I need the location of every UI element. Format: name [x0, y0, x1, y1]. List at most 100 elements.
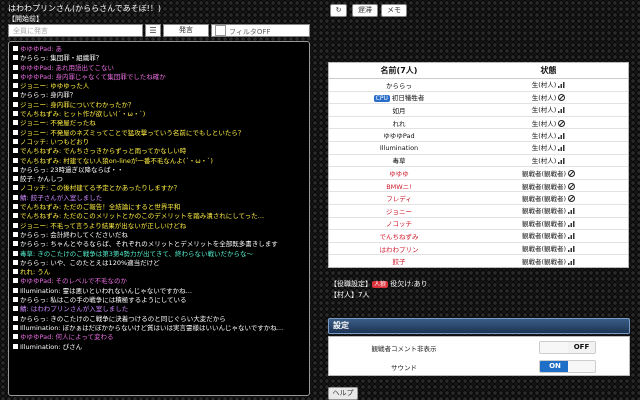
signal-icon [558, 82, 565, 90]
log-line: ジョニー: 不発屋のネズミってことで猛攻撃っていう名前にでもしといたら？ [13, 129, 305, 138]
log-checkbox[interactable] [13, 213, 18, 219]
refresh-button[interactable]: ↻ [330, 4, 347, 17]
player-name: 初日犠牲者 [391, 94, 425, 103]
log-line: ゆゆゆPad: あ [13, 45, 305, 54]
log-checkbox[interactable] [13, 138, 18, 144]
log-checkbox[interactable] [13, 185, 18, 191]
log-checkbox[interactable] [13, 46, 18, 51]
log-checkbox[interactable] [13, 129, 18, 135]
speech-input[interactable] [8, 24, 143, 37]
player-name-cell: はわわプリン [329, 241, 469, 255]
player-status: 生(村人) [531, 156, 557, 165]
log-checkbox[interactable] [13, 166, 18, 172]
log-checkbox[interactable] [13, 334, 18, 340]
player-status-cell: 観戦者(観戦者) [469, 254, 628, 267]
phase-label: 【開始前】 [8, 15, 43, 23]
log-text: Illumination: ぼかぁはだぼかからないけど質はいは実言霊様はいいんじ… [20, 323, 284, 332]
player-status: 観戦者(観戦者) [521, 207, 567, 216]
filter-select[interactable]: フィルタOFF [211, 24, 310, 37]
log-checkbox[interactable] [13, 259, 18, 265]
log-checkbox[interactable] [13, 278, 18, 284]
log-checkbox[interactable] [13, 324, 18, 330]
player-name-cell: 餃子 [329, 254, 469, 267]
spectator-comment-toggle[interactable]: OFF [539, 341, 596, 354]
log-text: Illumination: 霊は悪いといわれないんじゃないですかね… [20, 286, 193, 295]
log-checkbox[interactable] [13, 194, 18, 200]
log-text: かららっ: ちゃんとやるならば、それぞれのメリットとデメリットを全部既多書きしま… [20, 240, 278, 249]
player-name-cell: Illumination [329, 140, 469, 155]
signal-icon [558, 145, 565, 153]
log-text: 毒草: きのこたけのこ戦争は第3第4勢力が出てきて、終わらない戦いだからな〜 [20, 249, 254, 258]
log-checkbox[interactable] [13, 120, 18, 126]
sound-toggle[interactable]: ON [539, 360, 596, 373]
log-checkbox[interactable] [13, 83, 18, 89]
send-button[interactable]: 発言 [163, 24, 209, 37]
player-name-cell: フレディ [329, 191, 469, 205]
log-checkbox[interactable] [13, 101, 18, 107]
player-name-cell: 如月 [329, 103, 469, 117]
log-text: かららっ: 身内罪？ [20, 91, 77, 100]
log-checkbox[interactable] [13, 315, 18, 321]
chat-log[interactable]: ゆゆゆPad: あかららっ: 集団罪・組織罪？ ゆゆゆPad: あれ用語出てこない… [8, 41, 310, 396]
log-checkbox[interactable] [13, 92, 18, 98]
log-checkbox[interactable] [13, 269, 18, 275]
delay-button[interactable]: 遅滞 [352, 4, 378, 17]
log-checkbox[interactable] [13, 64, 18, 70]
log-line: ジョニー: 不毛って言うより結果が出ないが正しいけどね [13, 222, 305, 231]
log-line: れれ: うん [13, 268, 305, 277]
log-checkbox[interactable] [13, 287, 18, 293]
log-line: Illumination: ぴさん [13, 343, 305, 352]
log-line: かららっ: いや、このたとえは120%適当だけど [13, 259, 305, 268]
menu-button[interactable]: ☰ [145, 24, 161, 37]
log-checkbox[interactable] [13, 222, 18, 228]
log-checkbox[interactable] [13, 250, 18, 256]
signal-icon [558, 157, 565, 166]
player-status-cell: 生(村人) [469, 90, 628, 104]
log-text: 餃子: かんしつ [20, 175, 63, 184]
player-status-cell: 生(村人) [469, 115, 628, 129]
log-checkbox[interactable] [13, 111, 18, 117]
no-signal-icon [568, 169, 576, 177]
log-text: でんちねずみ: ただのご報告！全結論にすると世界平和 [20, 203, 181, 212]
log-text: 鯖: 餃子さんが入室しました [20, 193, 103, 202]
log-checkbox[interactable] [13, 306, 18, 312]
log-line: かららっ: きのこたけのこ戦争に決着つけるのと同じぐらい大変だから [13, 315, 305, 324]
log-line: かららっ: ちゃんとやるならば、それぞれのメリットとデメリットを全部既多書きしま… [13, 240, 305, 249]
player-row: れれ 生(村人) [329, 115, 628, 129]
log-checkbox[interactable] [13, 157, 18, 163]
player-status: 生(村人) [531, 131, 557, 140]
signal-icon [568, 258, 575, 267]
log-checkbox[interactable] [13, 241, 18, 247]
log-checkbox[interactable] [13, 343, 18, 349]
refresh-icon: ↻ [335, 6, 342, 14]
log-line: ジョニー: 身内罪についてわかったか？ [13, 101, 305, 110]
log-checkbox[interactable] [13, 297, 18, 303]
player-status: 観戦者(観戦者) [521, 257, 567, 266]
signal-icon [568, 208, 575, 216]
filter-swatch [215, 25, 226, 36]
log-text: ゆゆゆPad: あ [20, 45, 62, 53]
log-text: かららっ: 会計終わしてくださいだね [20, 230, 128, 239]
log-line: かららっ: 23時過ぎ以降ならば・・ [13, 166, 305, 175]
log-checkbox[interactable] [13, 204, 18, 210]
player-status-cell: 生(村人) [469, 78, 628, 92]
player-row: でんちねずみ 観戦者(観戦者) [329, 229, 628, 243]
log-line: かららっ: 会計終わしてくださいだね [13, 231, 305, 240]
player-status-cell: 生(村人) [469, 103, 628, 117]
role-setup-label: 【役職設定】 [330, 280, 372, 288]
sound-label: サウンド [391, 364, 417, 372]
player-name: Illumination [379, 143, 419, 152]
player-status: 生(村人) [531, 94, 557, 103]
memo-button[interactable]: メモ [381, 4, 407, 17]
help-button[interactable]: ヘルプ [328, 387, 358, 400]
log-line: ゆゆゆPad: 身内罪じゃなくて集団罪でしたね確か [13, 73, 305, 82]
log-checkbox[interactable] [13, 176, 18, 182]
player-status-header: 状態 [469, 63, 628, 79]
log-checkbox[interactable] [13, 73, 18, 79]
log-checkbox[interactable] [13, 231, 18, 237]
log-checkbox[interactable] [13, 148, 18, 154]
log-line: 餃子: かんしつ [13, 175, 305, 184]
signal-icon [568, 246, 575, 254]
player-name: でんちねずみ [379, 232, 419, 241]
log-checkbox[interactable] [13, 55, 18, 61]
